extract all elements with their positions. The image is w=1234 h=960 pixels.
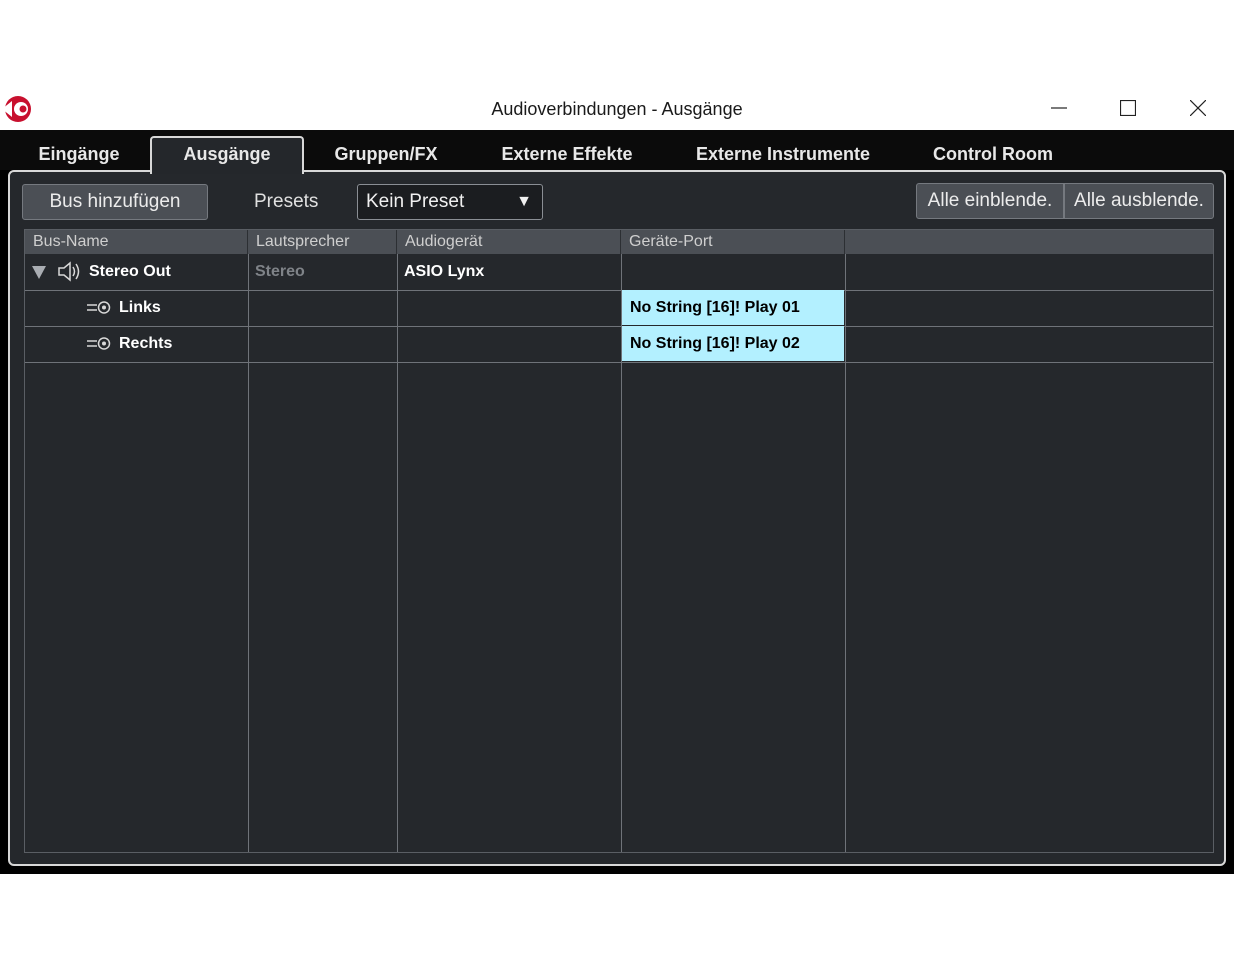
tab-gruppen-fx[interactable]: Gruppen/FX xyxy=(316,138,456,170)
dropdown-arrow-icon: ▼ xyxy=(516,193,532,210)
preset-select[interactable]: Kein Preset ▼ xyxy=(357,184,543,220)
audio-connections-window: Audioverbindungen - Ausgänge Eingänge Au… xyxy=(0,88,1234,874)
tab-bar: Eingänge Ausgänge Gruppen/FX Externe Eff… xyxy=(0,130,1234,174)
outputs-panel: Bus hinzufügen Presets Kein Preset ▼ All… xyxy=(8,170,1226,866)
column-device-port[interactable]: Geräte-Port xyxy=(621,230,845,254)
tab-externe-instrumente[interactable]: Externe Instrumente xyxy=(680,138,886,170)
hide-all-button[interactable]: Alle ausblende. xyxy=(1064,183,1214,219)
minimize-icon xyxy=(1051,107,1067,109)
tab-control-room[interactable]: Control Room xyxy=(916,138,1070,170)
device-port-cell[interactable]: No String [16]! Play 01 xyxy=(622,290,844,325)
preset-select-value: Kein Preset xyxy=(366,191,465,212)
close-icon xyxy=(1190,100,1206,116)
channel-plug-icon xyxy=(87,301,111,314)
expand-triangle-icon[interactable] xyxy=(31,254,47,289)
table-header: Bus-Name Lautsprecher Audiogerät Geräte-… xyxy=(25,230,1213,254)
presets-label: Presets xyxy=(254,191,319,212)
add-bus-button[interactable]: Bus hinzufügen xyxy=(22,184,208,220)
minimize-button[interactable] xyxy=(1036,88,1082,128)
bus-name-cell[interactable]: Links xyxy=(119,290,161,325)
maximize-button[interactable] xyxy=(1105,88,1151,128)
bus-name-cell[interactable]: Rechts xyxy=(119,326,172,361)
maximize-icon xyxy=(1120,100,1136,116)
column-bus-name[interactable]: Bus-Name xyxy=(25,230,248,254)
speaker-icon xyxy=(58,261,80,282)
table-row[interactable]: Rechts No String [16]! Play 02 xyxy=(25,326,1213,363)
tab-ausgaenge[interactable]: Ausgänge xyxy=(150,136,304,174)
tab-externe-effekte[interactable]: Externe Effekte xyxy=(482,138,652,170)
column-empty xyxy=(845,230,1213,254)
table-row[interactable]: Links No String [16]! Play 01 xyxy=(25,290,1213,327)
audio-device-cell[interactable]: ASIO Lynx xyxy=(404,254,484,289)
device-port-cell[interactable] xyxy=(621,254,845,289)
tab-eingaenge[interactable]: Eingänge xyxy=(14,138,144,170)
show-all-button[interactable]: Alle einblende. xyxy=(916,183,1064,219)
column-speaker[interactable]: Lautsprecher xyxy=(248,230,397,254)
title-bar: Audioverbindungen - Ausgänge xyxy=(0,88,1234,130)
channel-plug-icon xyxy=(87,337,111,350)
column-audio-device[interactable]: Audiogerät xyxy=(397,230,621,254)
device-port-cell[interactable]: No String [16]! Play 02 xyxy=(622,326,844,361)
bus-table: Bus-Name Lautsprecher Audiogerät Geräte-… xyxy=(24,229,1214,853)
table-row[interactable]: Stereo Out Stereo ASIO Lynx xyxy=(25,254,1213,291)
speaker-cell[interactable]: Stereo xyxy=(255,254,305,289)
bus-name-cell[interactable]: Stereo Out xyxy=(89,254,171,289)
close-button[interactable] xyxy=(1175,88,1221,128)
